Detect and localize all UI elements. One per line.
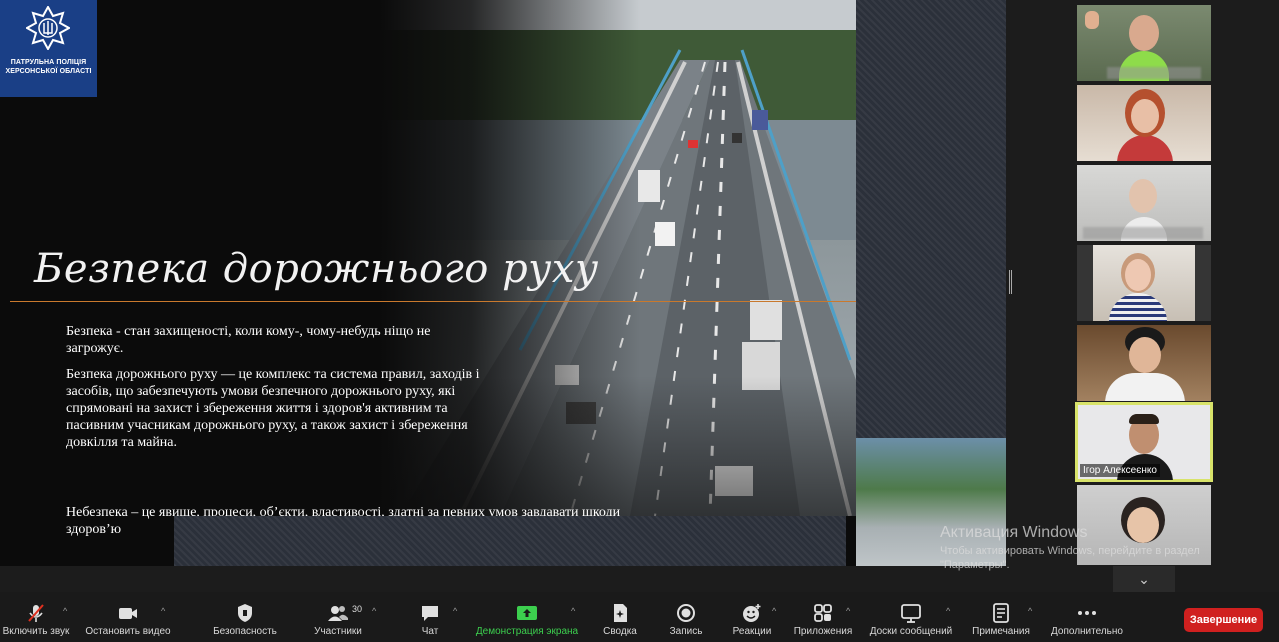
whiteboard-icon [901,604,921,623]
participant-name: Ігор Алексеєнко [1080,464,1160,477]
screen-share-mask-right [856,0,1006,438]
stop-video-label: Остановить видео [85,626,171,637]
chat-bubble-icon [422,606,438,621]
slide-title: Безпека дорожнього руху [34,246,599,292]
share-screen-icon [517,606,537,620]
apps-label: Приложения [793,626,853,637]
zoom-meeting-window: ПАТРУЛЬНА ПОЛІЦІЯ ХЕРСОНСЬКОЇ ОБЛАСТІ Бе… [0,0,1279,642]
split-resize-handle[interactable] [1009,270,1012,294]
chevron-up-icon[interactable]: ^ [571,606,575,616]
chevron-up-icon[interactable]: ^ [1028,606,1032,616]
participants-label: Участники [314,626,362,637]
notes-button[interactable]: Примечания [968,592,1034,642]
video-camera-icon [119,608,137,619]
security-button[interactable]: Безопасность [209,592,281,642]
microphone-muted-icon [28,604,44,622]
whiteboards-label: Доски сообщений [869,626,953,637]
chevron-up-icon[interactable]: ^ [846,606,850,616]
chat-button[interactable]: Чат [406,592,454,642]
chevron-up-icon[interactable]: ^ [372,606,376,616]
chevron-up-icon[interactable]: ^ [946,606,950,616]
apps-grid-icon [814,604,832,622]
shared-screen: ПАТРУЛЬНА ПОЛІЦІЯ ХЕРСОНСЬКОЇ ОБЛАСТІ Бе… [0,0,1006,566]
video-tile-active-speaker[interactable]: Ігор Алексеєнко [1075,402,1213,482]
video-tile[interactable] [1077,85,1211,161]
logo-line1: ПАТРУЛЬНА ПОЛІЦІЯ [10,59,87,66]
title-underline [10,301,856,302]
reactions-button[interactable]: Реакции [728,592,776,642]
participants-count: 30 [352,604,363,614]
summary-label: Сводка [603,626,637,637]
more-dots-icon [1078,611,1096,615]
video-tile[interactable] [1077,5,1211,81]
activation-subtitle: Чтобы активировать Windows, перейдите в … [940,545,1200,571]
summary-button[interactable]: Сводка [596,592,644,642]
summary-document-icon [614,604,627,622]
logo-line2: ХЕРСОНСЬКОЇ ОБЛАСТІ [5,68,92,75]
slide-paragraph-2: Безпека дорожнього руху — це комплекс та… [66,367,480,450]
windows-activation-watermark: Активация Windows Чтобы активировать Win… [940,524,1260,572]
notes-label: Примечания [972,626,1030,637]
shield-icon [238,604,252,622]
chat-label: Чат [421,626,439,637]
smiley-face-icon [743,604,761,622]
participants-button[interactable]: Участники [302,592,374,642]
notes-icon [993,603,1009,623]
whiteboards-button[interactable]: Доски сообщений [864,592,958,642]
chevron-up-icon[interactable]: ^ [453,606,457,616]
stop-video-button[interactable]: Остановить видео [84,592,172,642]
more-button[interactable]: Дополнительно [1046,592,1128,642]
video-tile[interactable] [1077,165,1211,241]
share-screen-button[interactable]: Демонстрация экрана [472,592,582,642]
participants-icon [328,606,348,621]
security-label: Безопасность [213,626,277,637]
chevron-up-icon[interactable]: ^ [772,606,776,616]
unmute-label: Включить звук [2,626,70,637]
more-label: Дополнительно [1051,626,1123,637]
record-icon [677,604,695,622]
end-meeting-button[interactable]: Завершение [1184,608,1263,632]
share-screen-label: Демонстрация экрана [475,626,579,637]
chevron-up-icon[interactable]: ^ [63,606,67,616]
chevron-up-icon[interactable]: ^ [161,606,165,616]
chevron-down-icon: ⌄ [1138,571,1150,587]
police-star-icon [26,6,70,50]
record-label: Запись [669,626,703,637]
screen-share-mask-bottom [174,516,846,566]
apps-button[interactable]: Приложения [791,592,855,642]
record-button[interactable]: Запись [662,592,710,642]
video-tile[interactable] [1077,325,1211,401]
slide-paragraph-1: Безпека - стан захищеності, коли кому-, … [66,324,431,356]
police-logo: ПАТРУЛЬНА ПОЛІЦІЯ ХЕРСОНСЬКОЇ ОБЛАСТІ [0,0,97,97]
activation-title: Активация Windows [940,524,1088,541]
unmute-button[interactable]: Включить звук [0,592,72,642]
video-tile[interactable] [1077,245,1211,321]
meeting-toolbar: Включить звук ^ Остановить видео ^ Безоп… [0,592,1279,642]
gallery-scroll-down-button[interactable]: ⌄ [1113,566,1175,592]
reactions-label: Реакции [732,626,772,637]
